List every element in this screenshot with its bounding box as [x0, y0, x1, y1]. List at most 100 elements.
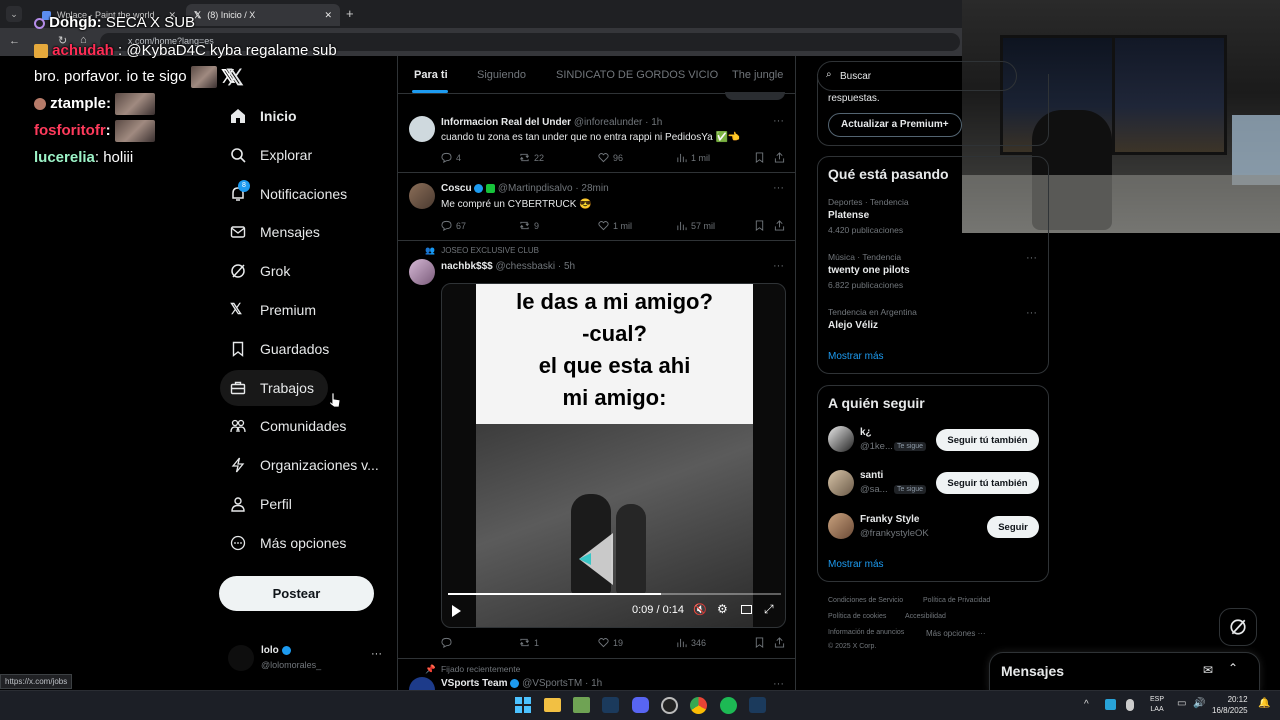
more-dots-icon[interactable]: ···: [1026, 307, 1037, 319]
footer-link[interactable]: Política de Privacidad: [923, 597, 990, 604]
fullscreen-icon[interactable]: ⤢: [764, 602, 774, 617]
more-dots-icon[interactable]: ···: [371, 648, 382, 660]
tweet-actions: 4 22 96 1 mil: [441, 152, 791, 166]
tray-app-icon[interactable]: [1105, 699, 1116, 710]
notification-bell-icon[interactable]: 🔔: [1258, 698, 1270, 709]
nav-item-organizaciones[interactable]: Organizaciones v...: [220, 447, 389, 483]
tweet[interactable]: Informacion Real del Under @inforealunde…: [398, 104, 795, 173]
bookmark-button[interactable]: [754, 637, 765, 648]
back-arrow-icon[interactable]: ←: [9, 35, 20, 47]
network-icon[interactable]: ▭: [1177, 698, 1186, 709]
nav-item-comunidades[interactable]: Comunidades: [220, 408, 356, 444]
reply-button[interactable]: [441, 637, 456, 648]
picture-in-picture-icon[interactable]: [741, 605, 752, 614]
like-button[interactable]: 1 mil: [598, 220, 632, 231]
steam-icon[interactable]: [602, 697, 619, 713]
tab-sindicato[interactable]: SINDICATO DE GORDOS VICIO: [556, 69, 718, 81]
reply-button[interactable]: 67: [441, 220, 466, 231]
views-button[interactable]: 346: [676, 637, 706, 648]
nav-item-perfil[interactable]: Perfil: [220, 486, 302, 522]
nav-item-notificaciones[interactable]: 8 Notificaciones: [220, 176, 357, 212]
trends-show-more-link[interactable]: Mostrar más: [828, 351, 884, 362]
follow-button[interactable]: Seguir: [987, 516, 1039, 538]
tab-para-ti[interactable]: Para ti: [414, 69, 448, 81]
trend-name[interactable]: twenty one pilots: [828, 265, 910, 276]
more-dots-icon[interactable]: ···: [1026, 252, 1037, 264]
video-progress-bar[interactable]: [448, 593, 781, 595]
spotify-icon[interactable]: [720, 697, 737, 714]
file-explorer-icon[interactable]: [544, 698, 561, 712]
tab-the-jungle[interactable]: The jungle: [732, 69, 783, 81]
close-icon[interactable]: ✕: [324, 10, 332, 21]
tweet[interactable]: 📌 Fijado recientemente VSports Team @VSp…: [398, 659, 795, 690]
footer-link[interactable]: Más opciones ···: [926, 629, 986, 638]
more-dots-icon[interactable]: ···: [773, 182, 784, 194]
post-button[interactable]: Postear: [219, 576, 374, 611]
views-button[interactable]: 57 mil: [676, 220, 715, 231]
repost-icon: [520, 638, 529, 647]
tweet[interactable]: 👥 JOSEO EXCLUSIVE CLUB nachbk$$$ @chessb…: [398, 241, 795, 659]
expand-up-icon[interactable]: ⌃: [1228, 661, 1238, 675]
footer-link[interactable]: Condiciones de Servicio: [828, 597, 903, 604]
chart-icon: [677, 221, 687, 231]
follow-button[interactable]: Seguir tú también: [936, 429, 1039, 451]
nav-item-inicio[interactable]: Inicio: [220, 98, 307, 134]
x-logo-icon[interactable]: 𝕏: [226, 65, 244, 91]
new-message-icon[interactable]: ✉: [1203, 663, 1213, 677]
more-dots-icon[interactable]: ···: [773, 678, 784, 690]
footer-link[interactable]: Política de cookies: [828, 613, 886, 620]
tweet[interactable]: Coscu @Martinpdisalvo · 28min ··· Me com…: [398, 173, 795, 241]
more-dots-icon[interactable]: ···: [773, 260, 784, 272]
nav-item-guardados[interactable]: Guardados: [220, 331, 339, 367]
volume-icon[interactable]: 🔊: [1193, 698, 1205, 709]
trend-name[interactable]: Alejo Véliz: [828, 320, 878, 331]
like-button[interactable]: 96: [598, 152, 623, 163]
account-switcher[interactable]: lolo @lolomorales_ ···: [225, 642, 385, 676]
discord-icon[interactable]: [632, 697, 649, 713]
new-tab-button[interactable]: +: [346, 6, 354, 21]
steam-icon[interactable]: [749, 697, 766, 713]
trend-name[interactable]: Platense: [828, 210, 869, 221]
trend-meta: Deportes · Tendencia: [828, 197, 909, 207]
settings-gear-icon[interactable]: ⚙: [717, 602, 728, 616]
tab-siguiendo[interactable]: Siguiendo: [477, 69, 526, 81]
like-button[interactable]: 19: [598, 637, 623, 648]
bookmark-button[interactable]: [754, 152, 765, 163]
nav-item-premium[interactable]: 𝕏 Premium: [220, 292, 326, 328]
grok-floating-button[interactable]: [1219, 608, 1257, 646]
tab-x-home[interactable]: 𝕏 (8) Inicio / X ✕: [186, 4, 340, 26]
nav-item-explorar[interactable]: Explorar: [220, 137, 322, 173]
upgrade-premium-button[interactable]: Actualizar a Premium+: [828, 113, 962, 137]
footer-link[interactable]: Accesibilidad: [905, 613, 946, 620]
follow-show-more-link[interactable]: Mostrar más: [828, 559, 884, 570]
footer-link[interactable]: Información de anuncios: [828, 629, 904, 636]
views-button[interactable]: 1 mil: [676, 152, 710, 163]
tab-search-button[interactable]: ⌄: [6, 6, 22, 22]
tray-chevron-icon[interactable]: ^: [1084, 699, 1089, 710]
repost-button[interactable]: 1: [519, 637, 539, 648]
nav-item-mensajes[interactable]: Mensajes: [220, 214, 330, 250]
clock[interactable]: 20:12 16/8/2025: [1212, 694, 1248, 716]
chrome-icon[interactable]: [690, 697, 707, 714]
obs-icon[interactable]: [661, 697, 678, 714]
mute-icon[interactable]: 🔇: [693, 603, 707, 616]
share-button[interactable]: [774, 637, 785, 648]
reply-button[interactable]: 4: [441, 152, 461, 163]
play-icon[interactable]: [452, 605, 461, 617]
tray-app-icon[interactable]: [1126, 699, 1134, 711]
follow-button[interactable]: Seguir tú también: [936, 472, 1039, 494]
nav-item-grok[interactable]: Grok: [220, 253, 300, 289]
share-button[interactable]: [774, 220, 785, 231]
video-player[interactable]: le das a mi amigo? -cual? el que esta ah…: [441, 283, 786, 628]
nav-item-trabajos[interactable]: Trabajos: [220, 370, 328, 406]
more-dots-icon[interactable]: ···: [773, 115, 784, 127]
bookmark-button[interactable]: [754, 220, 765, 231]
windows-start-icon[interactable]: [515, 697, 531, 713]
language-indicator[interactable]: ESP LAA: [1150, 695, 1164, 715]
repost-button[interactable]: 9: [519, 220, 539, 231]
repost-button[interactable]: 22: [519, 152, 544, 163]
nav-item-mas-opciones[interactable]: Más opciones: [220, 525, 356, 561]
share-button[interactable]: [774, 152, 785, 163]
app-icon[interactable]: [573, 697, 590, 713]
messages-drawer[interactable]: Mensajes ✉ ⌃: [989, 652, 1260, 692]
